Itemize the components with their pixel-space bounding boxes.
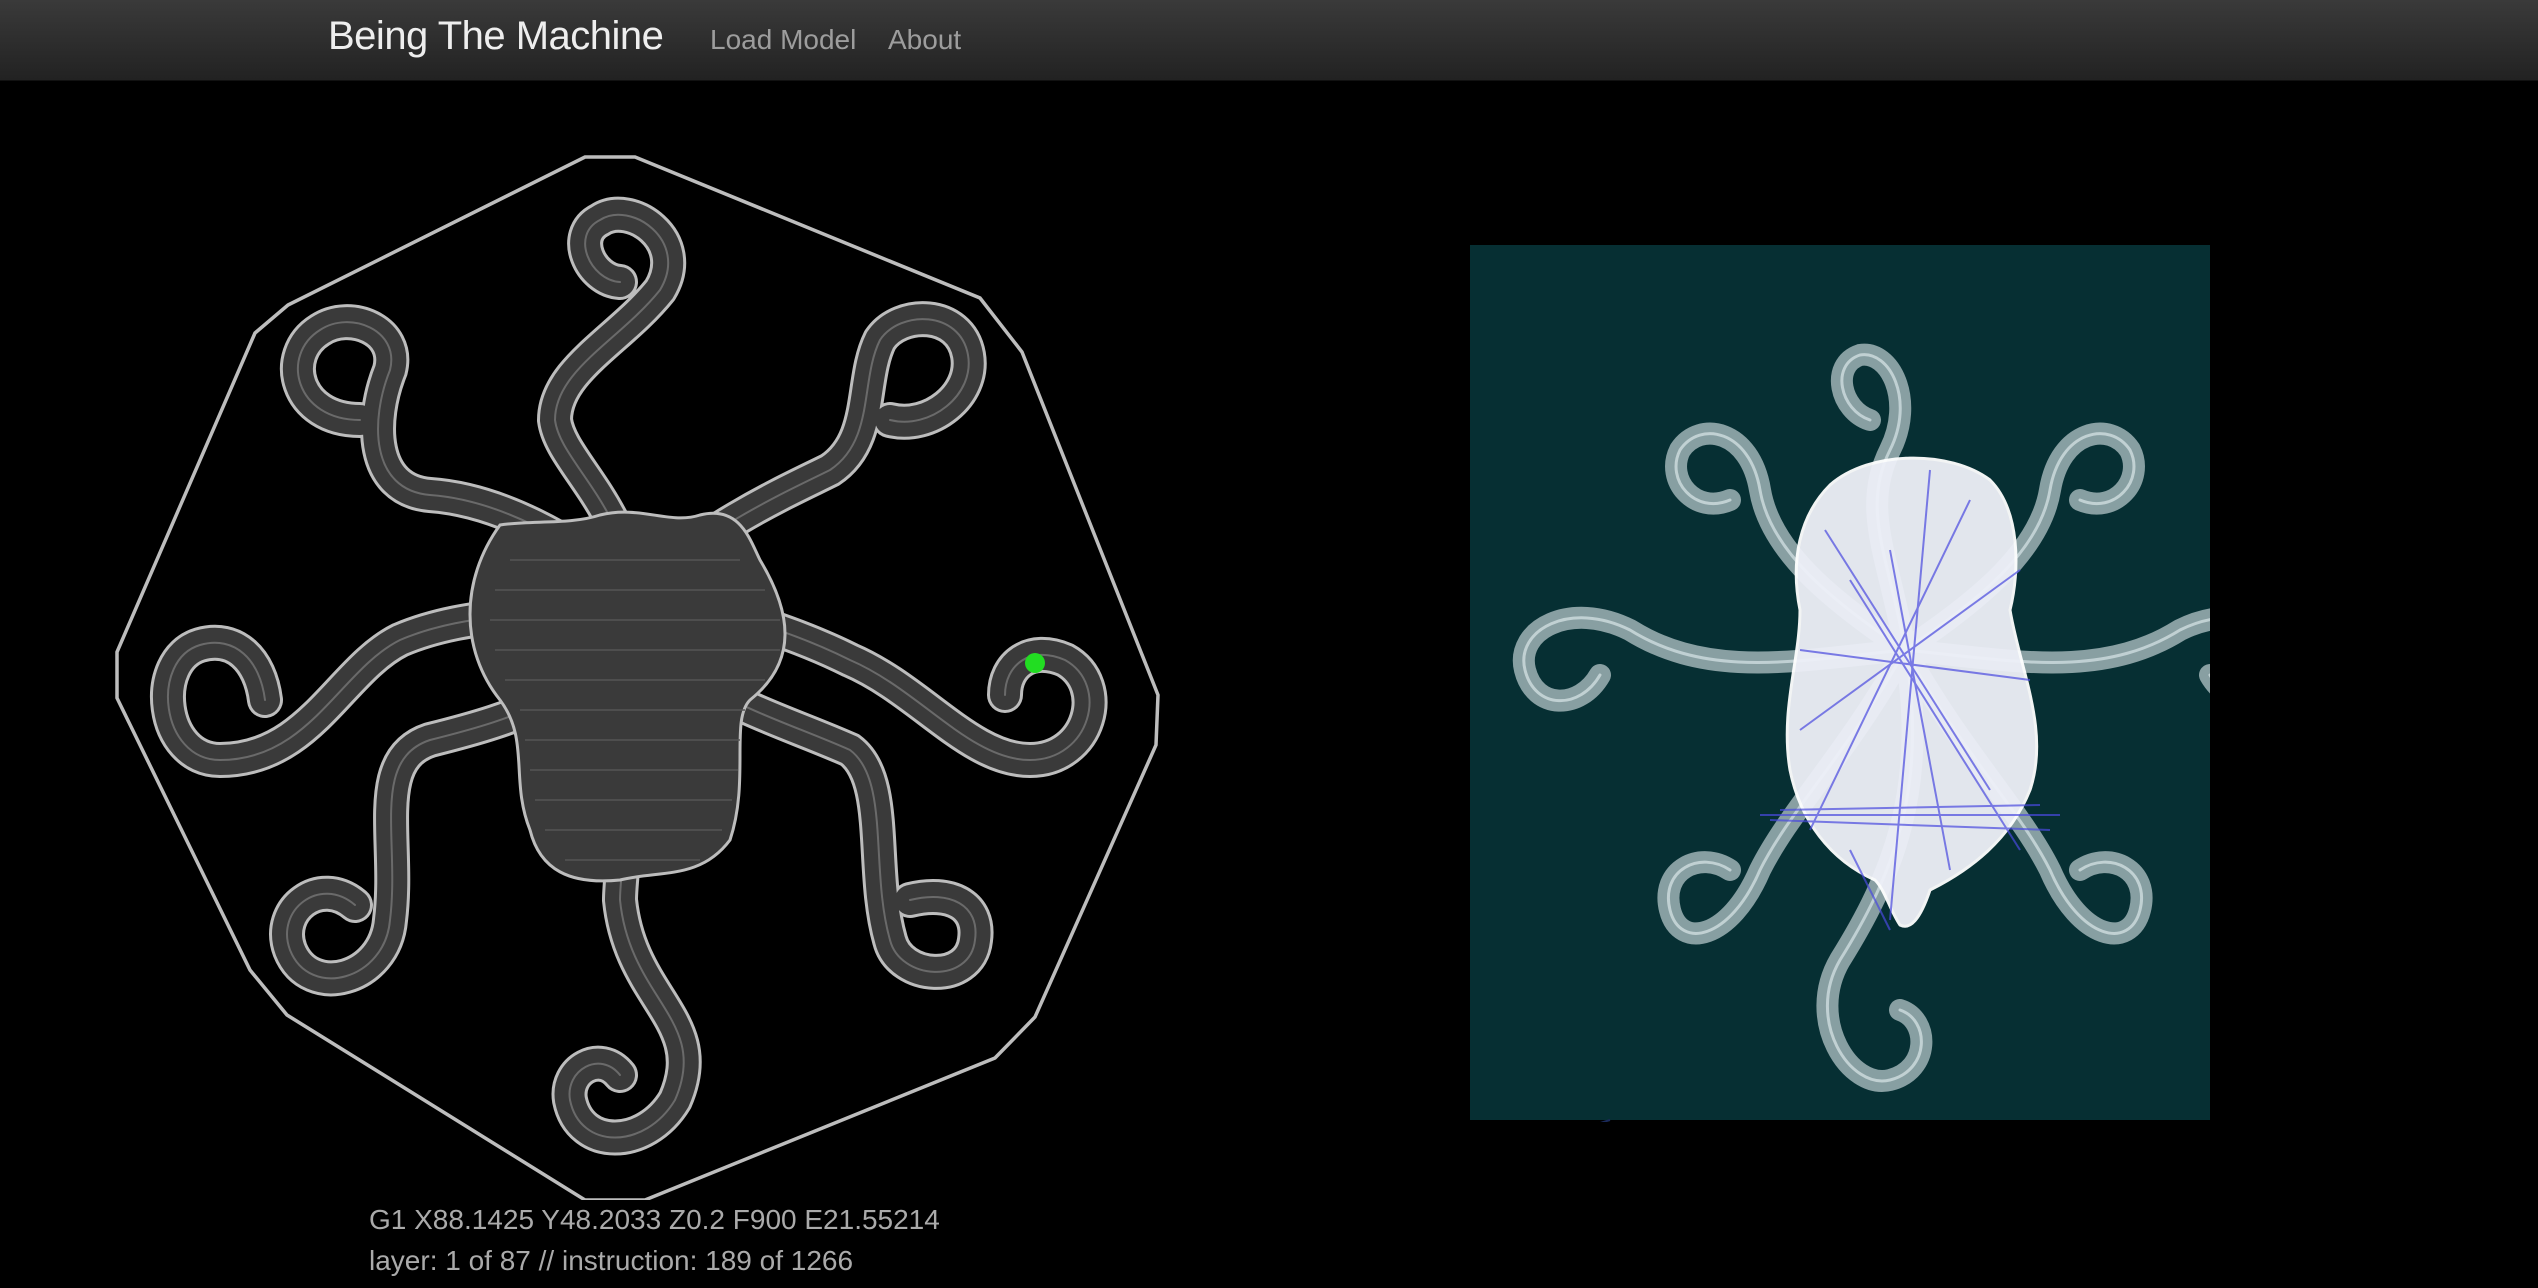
travel-line bbox=[1600, 1119, 1611, 1122]
model-preview-3d bbox=[1470, 245, 2210, 1122]
nav-about[interactable]: About bbox=[888, 24, 961, 56]
octopus-body bbox=[468, 510, 787, 883]
octopus-toolpath bbox=[150, 196, 1108, 1156]
nozzle-position-marker bbox=[1025, 653, 1045, 673]
current-gcode-readout: G1 X88.1425 Y48.2033 Z0.2 F900 E21.55214 bbox=[369, 1204, 940, 1235]
layer-instruction-status: layer: 1 of 87 // instruction: 189 of 12… bbox=[369, 1245, 854, 1276]
toolpath-view bbox=[115, 155, 1160, 1200]
navbar: Being The Machine Load Model About bbox=[0, 0, 2538, 81]
brand-title[interactable]: Being The Machine bbox=[328, 14, 664, 59]
nav-load-model[interactable]: Load Model bbox=[710, 24, 856, 56]
